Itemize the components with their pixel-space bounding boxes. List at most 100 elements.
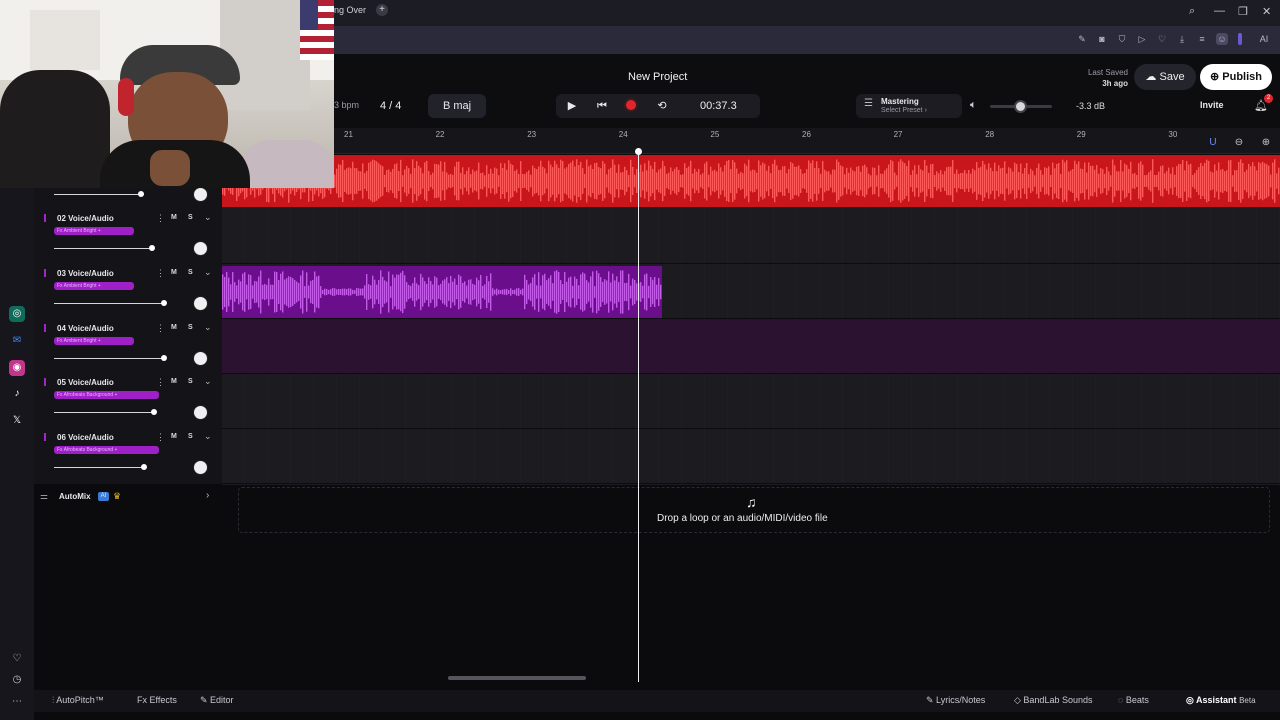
solo-button[interactable]: S [188, 324, 193, 331]
project-title[interactable]: New Project [628, 71, 687, 83]
profile-icon[interactable]: ☺ [1216, 33, 1228, 45]
maximize-button[interactable]: ❐ [1238, 5, 1248, 18]
volume-fader[interactable] [54, 357, 164, 359]
pan-knob[interactable] [193, 350, 208, 366]
horizontal-scrollbar[interactable] [448, 676, 586, 680]
track-fx-tag[interactable]: Fx Ambient Bright + [54, 281, 134, 290]
bpm-display[interactable]: 3 bpm [334, 100, 359, 110]
track-01-pan-knob[interactable] [193, 187, 208, 202]
lane-02[interactable] [222, 210, 1280, 264]
bandlab-sounds-button[interactable]: ◇ BandLab Sounds [1014, 695, 1092, 706]
record-icon[interactable] [624, 98, 638, 112]
lyrics-button[interactable]: ✎ Lyrics/Notes [926, 695, 985, 706]
mute-button[interactable]: M [171, 433, 177, 440]
beats-button[interactable]: ◌ Beats [1118, 695, 1149, 705]
playhead-handle[interactable] [635, 148, 642, 155]
skip-back-icon[interactable]: ⏮ [594, 98, 610, 114]
magnet-icon[interactable]: U [1206, 136, 1220, 150]
mute-button[interactable]: M [171, 214, 177, 221]
track-fx-tag[interactable]: Fx Afrobeats Background + [54, 446, 159, 455]
track-menu-icon[interactable]: ⋮ [156, 432, 165, 443]
volume-handle[interactable] [161, 354, 167, 361]
autopitch-button[interactable]: ⫶ AutoPitch™ [52, 695, 104, 706]
audio-region-red[interactable] [222, 155, 1280, 207]
playhead[interactable] [638, 152, 639, 682]
chevron-down-icon[interactable]: ⌄ [204, 322, 212, 333]
send-icon[interactable]: ▷ [1136, 33, 1148, 45]
solo-button[interactable]: S [188, 214, 193, 221]
track-menu-icon[interactable]: ⋮ [156, 323, 165, 334]
tiktok-icon[interactable]: ♪ [9, 386, 25, 402]
lane-05[interactable] [222, 375, 1280, 429]
minimize-button[interactable]: — [1214, 5, 1225, 17]
speaker-icon[interactable]: 🔈︎ [970, 99, 977, 112]
chevron-right-icon[interactable]: › [206, 490, 209, 501]
mute-button[interactable]: M [171, 324, 177, 331]
chevron-down-icon[interactable]: ⌄ [204, 376, 212, 387]
chevron-down-icon[interactable]: ⌄ [204, 431, 212, 442]
track-name[interactable]: 04 Voice/Audio [57, 324, 114, 333]
play-icon[interactable]: ▶ [564, 98, 580, 114]
loop-icon[interactable]: ⟲ [654, 98, 670, 114]
track-name[interactable]: 02 Voice/Audio [57, 214, 114, 223]
effects-button[interactable]: Fx Effects [137, 695, 177, 705]
solo-button[interactable]: S [188, 433, 193, 440]
pan-knob[interactable] [193, 241, 208, 256]
browser-tab-label[interactable]: ng Over [334, 5, 366, 15]
x-icon[interactable]: 𝕏 [9, 413, 25, 429]
heart-icon[interactable]: ♡ [9, 651, 25, 667]
track-01-volume-fader[interactable] [54, 194, 144, 195]
lane-06[interactable] [222, 430, 1280, 484]
mastering-preset[interactable]: Select Preset › [881, 107, 927, 114]
volume-fader[interactable] [54, 302, 164, 304]
track-01-volume-handle[interactable] [138, 191, 144, 197]
volume-fader[interactable] [54, 467, 144, 469]
track-name[interactable]: 03 Voice/Audio [57, 269, 114, 278]
track-menu-icon[interactable]: ⋮ [156, 268, 165, 279]
editor-button[interactable]: ✎ Editor [200, 695, 234, 706]
audio-region-purple[interactable] [222, 266, 662, 318]
master-volume-knob[interactable] [1013, 100, 1027, 113]
track-fx-tag[interactable]: Fx Afrobeats Background + [54, 391, 159, 400]
publish-button[interactable]: ⊕ Publish [1200, 64, 1272, 90]
new-tab-button[interactable]: + [376, 4, 388, 16]
track-name[interactable]: 05 Voice/Audio [57, 378, 114, 387]
volume-fader[interactable] [54, 412, 154, 414]
track-fx-tag[interactable]: Fx Ambient Bright + [54, 227, 134, 235]
download-icon[interactable]: ⤓ [1176, 33, 1188, 45]
volume-handle[interactable] [161, 299, 167, 306]
messenger-icon[interactable]: ✉ [9, 333, 25, 349]
chatgpt-icon[interactable]: ◎ [9, 306, 25, 322]
sidebar-toggle[interactable] [1238, 33, 1242, 45]
chevron-down-icon[interactable]: ⌄ [204, 212, 212, 223]
menu-icon[interactable]: ≡ [1196, 33, 1208, 45]
lane-04[interactable] [222, 320, 1280, 374]
instagram-icon[interactable]: ◉ [9, 360, 25, 376]
shield-icon[interactable]: ⛉ [1116, 33, 1128, 45]
save-button[interactable]: ☁ Save [1134, 64, 1196, 90]
edit-icon[interactable]: ✎ [1076, 33, 1088, 45]
track-name[interactable]: 06 Voice/Audio [57, 433, 114, 442]
chevron-down-icon[interactable]: ⌄ [204, 267, 212, 278]
mute-button[interactable]: M [171, 378, 177, 385]
zoom-out-icon[interactable]: ⊖ [1232, 136, 1246, 150]
camera-icon[interactable]: ◙ [1096, 33, 1108, 45]
key-selector[interactable]: B maj [428, 94, 486, 118]
heart-ext-icon[interactable]: ♡ [1156, 33, 1168, 45]
invite-button[interactable]: Invite [1200, 100, 1224, 110]
close-window-button[interactable]: ✕ [1262, 5, 1271, 18]
zoom-in-icon[interactable]: ⊕ [1259, 136, 1273, 150]
more-icon[interactable]: ⋯ [9, 694, 25, 710]
volume-handle[interactable] [149, 245, 155, 251]
pan-knob[interactable] [193, 295, 208, 311]
track-fx-tag[interactable]: Fx Ambient Bright + [54, 336, 134, 345]
browser-search-icon[interactable]: ⌕ [1189, 5, 1195, 18]
assistant-button[interactable]: ◎ Assistant Beta [1186, 695, 1256, 706]
track-menu-icon[interactable]: ⋮ [156, 213, 165, 224]
solo-button[interactable]: S [188, 378, 193, 385]
mute-button[interactable]: M [171, 269, 177, 276]
ai-extension-button[interactable]: AI [1254, 33, 1274, 45]
solo-button[interactable]: S [188, 269, 193, 276]
clock-icon[interactable]: ◷ [9, 672, 25, 688]
time-signature[interactable]: 4 / 4 [380, 100, 401, 112]
